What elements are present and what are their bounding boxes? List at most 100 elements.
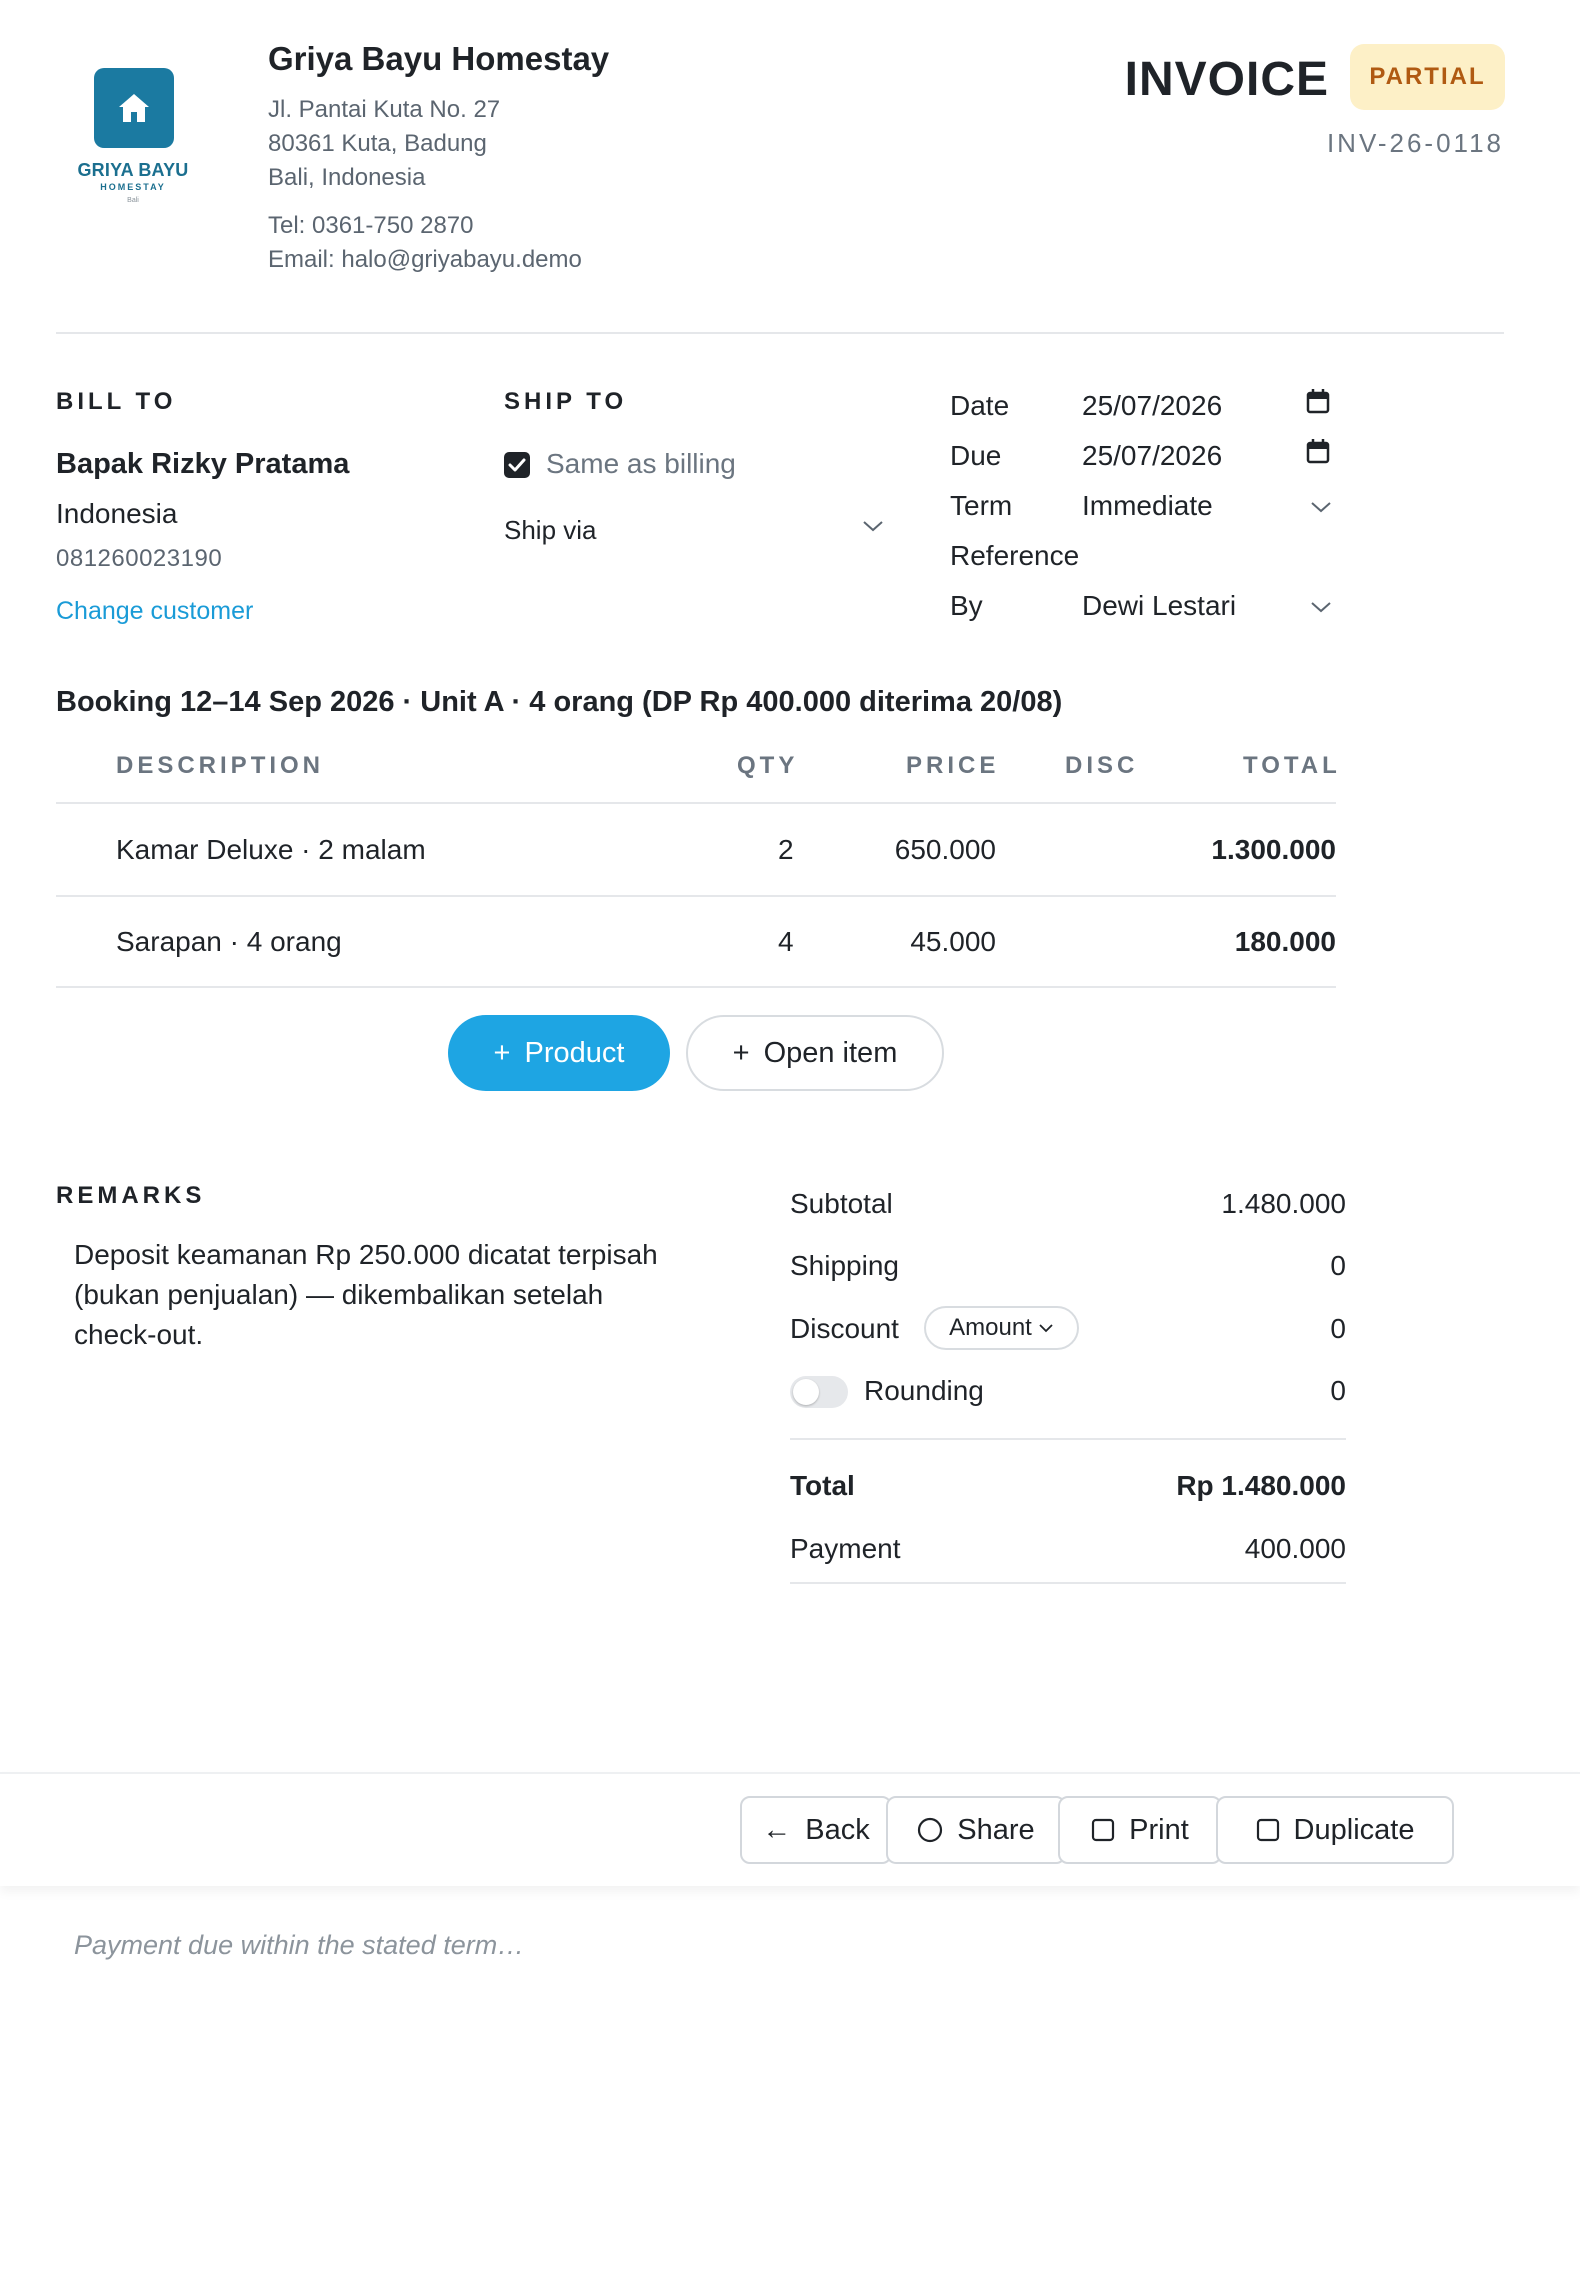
chevron-down-icon[interactable] <box>1310 600 1332 614</box>
shipping-input[interactable]: 0 <box>1330 1250 1346 1282</box>
customer-country: Indonesia <box>56 498 178 529</box>
term-select[interactable]: Immediate <box>1082 490 1213 522</box>
footer-note-input[interactable]: Payment due within the stated term… <box>74 1930 524 1961</box>
same-as-billing-checkbox[interactable] <box>504 452 530 478</box>
plus-icon: + <box>732 1036 750 1069</box>
company-email: Email: halo@griyabayu.demo <box>268 246 582 273</box>
column-header-description: DESCRIPTION <box>116 752 325 779</box>
customer-phone: 081260023190 <box>56 545 223 572</box>
booking-note[interactable]: Booking 12–14 Sep 2026 · Unit A · 4 oran… <box>56 686 1062 719</box>
square-icon <box>1256 1818 1279 1842</box>
table-header-divider <box>56 802 1336 804</box>
line-item-price[interactable]: 650.000 <box>895 834 996 866</box>
share-label: Share <box>957 1813 1035 1846</box>
add-product-button[interactable]: + Product <box>448 1015 670 1091</box>
line-item-total: 1.300.000 <box>1211 834 1336 865</box>
line-item-disc[interactable] <box>1065 834 1155 868</box>
calendar-icon[interactable] <box>1306 438 1330 464</box>
square-icon <box>1092 1818 1115 1842</box>
company-address-line-1: Jl. Pantai Kuta No. 27 <box>268 96 501 123</box>
subtotal-value: 1.480.000 <box>1221 1188 1346 1219</box>
discount-input[interactable]: 0 <box>1330 1313 1346 1345</box>
chevron-down-icon <box>1039 1324 1053 1333</box>
payment-divider <box>790 1582 1346 1584</box>
column-header-price: PRICE <box>906 752 1000 779</box>
column-header-total: TOTAL <box>1243 752 1341 779</box>
line-item-description[interactable]: Kamar Deluxe · 2 malam <box>116 834 426 866</box>
company-tel: Tel: 0361-750 2870 <box>268 212 474 239</box>
change-customer-link[interactable]: Change customer <box>56 597 253 626</box>
ship-via-select[interactable]: Ship via <box>504 515 890 555</box>
invoice-number: INV-26-0118 <box>1326 128 1504 158</box>
bill-to-label: BILL TO <box>56 388 177 415</box>
line-item-price[interactable]: 45.000 <box>910 926 996 958</box>
back-label: Back <box>805 1813 870 1846</box>
line-item-qty[interactable]: 2 <box>778 834 794 866</box>
ship-via-label: Ship via <box>504 515 597 545</box>
table-row-divider <box>56 895 1336 897</box>
subtotal-label: Subtotal <box>790 1188 893 1219</box>
same-as-billing-label[interactable]: Same as billing <box>546 448 736 480</box>
date-input[interactable]: 25/07/2026 <box>1082 390 1222 422</box>
line-item-disc[interactable] <box>1065 926 1155 960</box>
company-address-line-2: 80361 Kuta, Badung <box>268 130 487 157</box>
ship-to-label: SHIP TO <box>504 388 628 415</box>
company-logo <box>94 68 174 148</box>
line-item-total: 180.000 <box>1234 926 1336 957</box>
remarks-label: REMARKS <box>56 1182 206 1209</box>
due-input[interactable]: 25/07/2026 <box>1082 440 1222 472</box>
circle-icon <box>918 1817 943 1843</box>
arrow-left-icon: ← <box>762 1813 792 1846</box>
customer-name: Bapak Rizky Pratama <box>56 448 350 480</box>
total-value: Rp 1.480.000 <box>1176 1470 1346 1501</box>
rounding-label: Rounding <box>864 1375 984 1406</box>
print-label: Print <box>1129 1813 1189 1846</box>
home-icon <box>119 94 149 122</box>
table-row-divider <box>56 986 1336 988</box>
invoice-title: INVOICE <box>1124 53 1329 106</box>
chevron-down-icon <box>863 521 883 532</box>
column-header-qty: QTY <box>737 752 799 779</box>
line-item-qty[interactable]: 4 <box>778 926 794 958</box>
rounding-toggle[interactable] <box>790 1376 848 1408</box>
add-open-item-label: Open item <box>763 1036 898 1069</box>
date-label: Date <box>950 390 1010 421</box>
share-button[interactable]: Share <box>886 1796 1066 1864</box>
plus-icon: + <box>493 1036 511 1069</box>
shipping-label: Shipping <box>790 1250 899 1281</box>
logo-subtext: HOMESTAY <box>100 182 166 192</box>
header-divider <box>56 332 1504 334</box>
total-label: Total <box>790 1470 855 1501</box>
due-label: Due <box>950 440 1002 471</box>
company-address-line-3: Bali, Indonesia <box>268 164 426 191</box>
by-label: By <box>950 590 983 621</box>
discount-label: Discount <box>790 1313 899 1344</box>
line-item-description[interactable]: Sarapan · 4 orang <box>116 926 342 958</box>
totals-divider <box>790 1438 1346 1440</box>
calendar-icon[interactable] <box>1306 388 1330 414</box>
rounding-value: 0 <box>1330 1375 1346 1406</box>
reference-input[interactable] <box>1082 540 1302 574</box>
logo-text: GRIYA BAYU <box>77 160 189 180</box>
discount-mode-select[interactable]: Amount <box>924 1306 1079 1350</box>
payment-label: Payment <box>790 1533 901 1564</box>
reference-label: Reference <box>950 540 1080 571</box>
logo-location: Bali <box>127 197 139 204</box>
add-open-item-button[interactable]: + Open item <box>686 1015 944 1091</box>
column-header-disc: DISC <box>1065 752 1139 779</box>
chevron-down-icon[interactable] <box>1310 500 1332 514</box>
back-button[interactable]: ← Back <box>740 1796 892 1864</box>
duplicate-label: Duplicate <box>1293 1813 1415 1846</box>
status-badge: PARTIAL <box>1350 44 1505 110</box>
discount-mode-label: Amount <box>949 1314 1032 1341</box>
by-select[interactable]: Dewi Lestari <box>1082 590 1236 622</box>
company-name: Griya Bayu Homestay <box>268 40 610 77</box>
duplicate-button[interactable]: Duplicate <box>1216 1796 1454 1864</box>
checkbox-checked-icon <box>508 458 526 472</box>
print-button[interactable]: Print <box>1058 1796 1222 1864</box>
payment-value[interactable]: 400.000 <box>1245 1533 1346 1565</box>
term-label: Term <box>950 490 1013 521</box>
remarks-textarea[interactable]: Deposit keamanan Rp 250.000 dicatat terp… <box>74 1235 674 1355</box>
invoice-card: GRIYA BAYU HOMESTAY Bali Griya Bayu Home… <box>0 0 1580 2270</box>
add-product-label: Product <box>524 1036 625 1069</box>
